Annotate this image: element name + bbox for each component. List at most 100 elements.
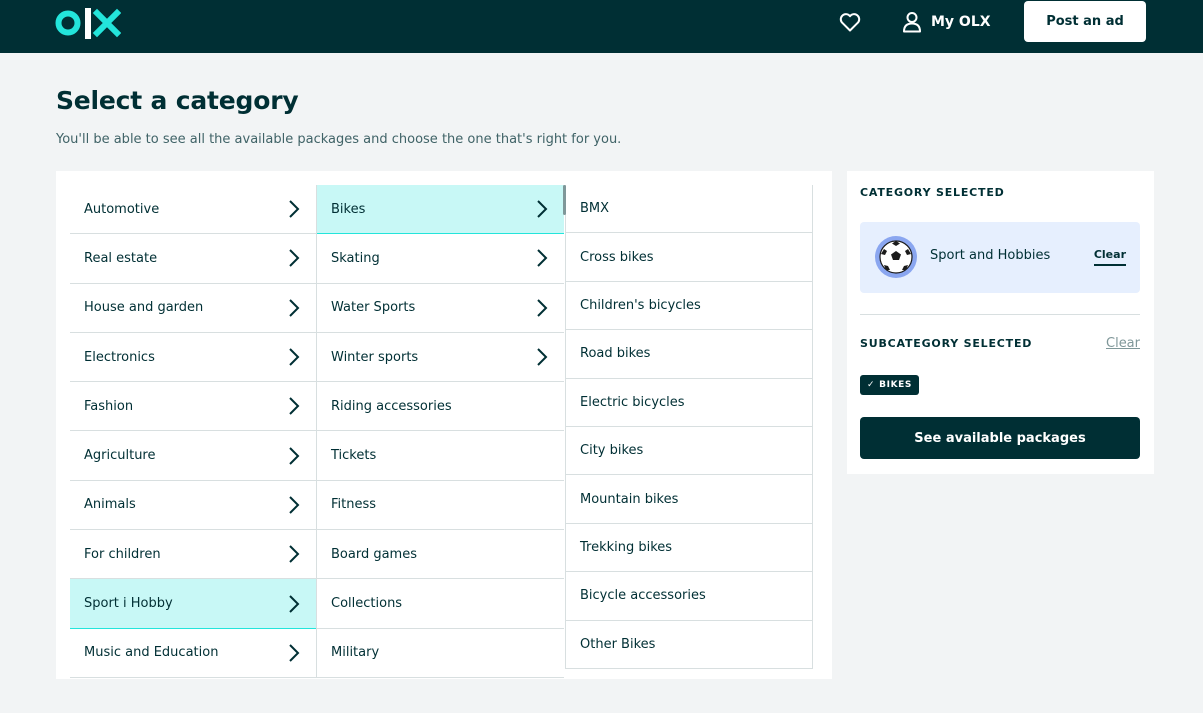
category-item[interactable]: Fashion — [70, 382, 316, 432]
subcategory-item[interactable]: Riding accessories — [317, 382, 564, 432]
subcategory-item-label: Skating — [331, 250, 380, 266]
subcategory-item-label: Bikes — [331, 201, 366, 217]
bike-type-item[interactable]: Bicycle accessories — [566, 572, 812, 621]
category-item-label: House and garden — [84, 300, 204, 316]
chevron-right-icon — [289, 299, 300, 317]
category-item-label: Sport i Hobby — [84, 596, 173, 612]
subcategory-item[interactable]: Bikes — [317, 185, 564, 235]
bike-type-item-label: Bicycle accessories — [580, 588, 706, 604]
category-picker: Automotive Real estate House and garden Ele… — [56, 171, 832, 679]
selected-category-name: Sport and Hobbies — [930, 248, 1051, 263]
subcategory-item[interactable]: Board games — [317, 530, 564, 580]
subcategory-tag-label: BIKES — [879, 380, 912, 390]
chevron-right-icon — [289, 545, 300, 563]
selection-summary: CATEGORY SELECTED Sport and Hobbies Clea… — [847, 171, 1154, 474]
category-item-label: Electronics — [84, 349, 155, 365]
category-item[interactable]: Agriculture — [70, 431, 316, 481]
category-item-label: Animals — [84, 497, 136, 513]
top-header: My OLX Post an ad — [0, 0, 1203, 53]
bike-type-item[interactable]: Other Bikes — [566, 621, 812, 669]
chevron-right-icon — [289, 446, 300, 465]
my-olx-label: My OLX — [931, 14, 991, 30]
bike-type-item[interactable]: Mountain bikes — [566, 475, 812, 524]
subcategory-column: Bikes Skating Water Sports Winter sports Rid… — [316, 185, 564, 678]
chevron-right-icon — [537, 299, 548, 317]
post-ad-button[interactable]: Post an ad — [1024, 1, 1146, 42]
chevron-right-icon — [289, 644, 300, 662]
subcategory-item[interactable]: Skating — [317, 234, 564, 284]
category-item-label: Music and Education — [84, 645, 219, 661]
subcategory-item-label: Board games — [331, 546, 417, 562]
category-item-label: Automotive — [84, 201, 160, 217]
subcategory-item-label: Fitness — [331, 497, 377, 513]
subcategory-item[interactable]: Winter sports — [317, 333, 564, 383]
subcategory-selected-heading: SUBCATEGORY SELECTED — [860, 337, 1033, 350]
bike-type-item-label: Other Bikes — [580, 636, 656, 652]
category-selected-heading: CATEGORY SELECTED — [860, 186, 1005, 199]
bike-type-item[interactable]: Road bikes — [566, 330, 812, 379]
chevron-right-icon — [537, 200, 548, 218]
see-packages-button[interactable]: See available packages — [860, 417, 1140, 459]
category-item[interactable]: Animals — [70, 481, 316, 531]
clear-category-link[interactable]: Clear — [1093, 248, 1126, 266]
category-item-label: Real estate — [84, 250, 158, 266]
bike-type-item-label: City bikes — [580, 443, 644, 459]
chevron-right-icon — [289, 496, 300, 514]
bike-type-item-label: Road bikes — [580, 346, 651, 362]
bike-type-item[interactable]: City bikes — [566, 427, 812, 476]
chevron-right-icon — [537, 348, 548, 366]
selected-category-card: Sport and Hobbies Clear — [860, 222, 1140, 293]
subcategory-item[interactable]: Military — [317, 629, 564, 678]
chevron-right-icon — [289, 397, 300, 416]
category-item[interactable]: Sport i Hobby — [70, 579, 316, 629]
category-item[interactable]: For children — [70, 530, 316, 580]
olx-logo[interactable] — [55, 6, 121, 40]
page-title: Select a category — [56, 86, 299, 115]
category-item[interactable]: Real estate — [70, 234, 316, 284]
bike-type-item-label: Mountain bikes — [580, 491, 679, 507]
bike-type-item[interactable]: Children's bicycles — [566, 282, 812, 331]
chevron-right-icon — [289, 594, 300, 613]
clear-subcategory-link[interactable]: Clear — [1106, 336, 1140, 351]
subcategory-item[interactable]: Fitness — [317, 481, 564, 531]
category-item[interactable]: Music and Education — [70, 629, 316, 678]
chevron-right-icon — [289, 249, 300, 268]
my-olx-link[interactable]: My OLX — [902, 10, 991, 34]
subcategory-item[interactable]: Collections — [317, 579, 564, 629]
bike-type-item-label: Cross bikes — [580, 249, 654, 265]
bike-type-item[interactable]: Trekking bikes — [566, 524, 812, 573]
category-item-label: Agriculture — [84, 448, 156, 464]
soccer-ball-icon — [875, 236, 917, 278]
subcategory-item-label: Winter sports — [331, 349, 419, 365]
bike-type-item[interactable]: Electric bicycles — [566, 379, 812, 427]
subcategory-item-label: Military — [331, 645, 380, 661]
bike-type-item[interactable]: Cross bikes — [566, 233, 812, 282]
category-item[interactable]: House and garden — [70, 284, 316, 333]
bike-type-item-label: Electric bicycles — [580, 394, 685, 410]
chevron-right-icon — [537, 249, 548, 268]
category-item-label: Fashion — [84, 398, 134, 414]
user-icon — [903, 12, 921, 33]
bike-type-item-label: Trekking bikes — [580, 539, 673, 555]
category-item-label: For children — [84, 546, 161, 562]
subcategory-item-label: Tickets — [331, 448, 377, 464]
category-item[interactable]: Electronics — [70, 333, 316, 383]
subcategory-tag[interactable]: ✓ BIKES — [860, 375, 919, 395]
category-column: Automotive Real estate House and garden Ele… — [70, 185, 316, 678]
subcategory-item[interactable]: Tickets — [317, 431, 564, 481]
chevron-right-icon — [289, 348, 300, 366]
divider — [860, 314, 1140, 315]
bike-type-item-label: BMX — [580, 201, 610, 217]
check-icon: ✓ — [867, 380, 876, 390]
heart-icon[interactable] — [838, 10, 862, 34]
scrollbar-thumb[interactable] — [563, 185, 566, 215]
bike-type-item[interactable]: BMX — [566, 185, 812, 234]
subcategory-item-label: Riding accessories — [331, 398, 452, 414]
subcategory-item-label: Water Sports — [331, 300, 416, 316]
bike-type-column: BMX Cross bikes Children's bicycles Road bi… — [565, 185, 813, 669]
subcategory-item-label: Collections — [331, 596, 403, 612]
bike-type-item-label: Children's bicycles — [580, 297, 701, 313]
chevron-right-icon — [289, 200, 300, 218]
subcategory-item[interactable]: Water Sports — [317, 284, 564, 333]
category-item[interactable]: Automotive — [70, 185, 316, 235]
